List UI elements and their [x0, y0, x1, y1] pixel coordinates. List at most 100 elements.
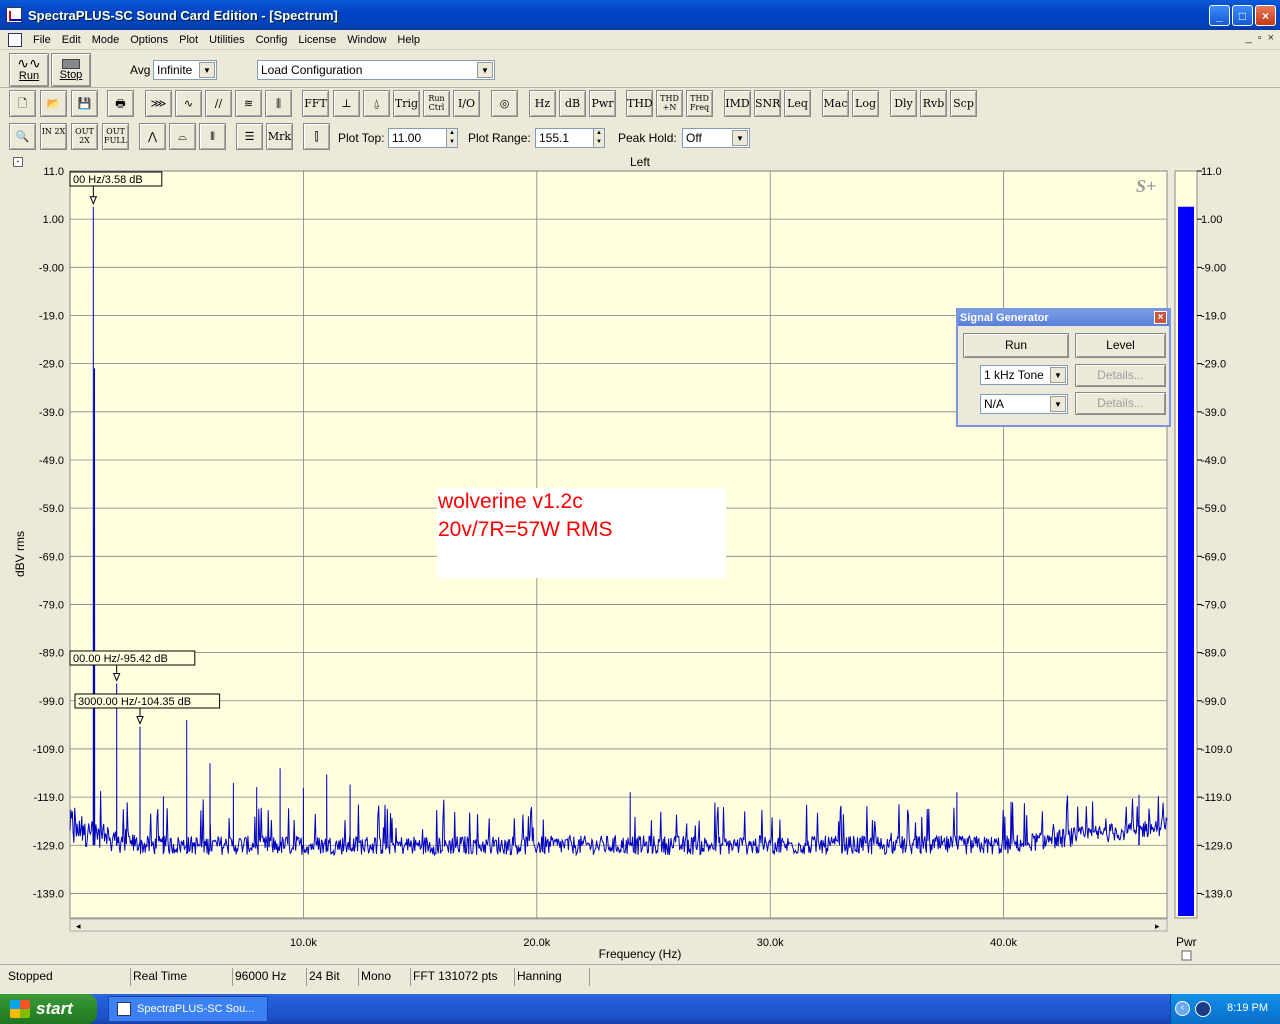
spectrum-chart: 11.0 1.00 -9.00 -19.0 -29.0 -39.0 -49.0 -59.0 -6… — [13, 166, 1232, 961]
list-icon[interactable]: ☰ — [236, 123, 263, 150]
spin-arrows-icon[interactable]: ▲ ▼ — [593, 129, 604, 147]
marker-button[interactable]: Mrk — [266, 123, 293, 150]
minimize-button[interactable]: _ — [1209, 5, 1230, 26]
thd-freq-button[interactable]: THD Freq — [686, 90, 713, 117]
zoom-icon[interactable]: 🔍 — [9, 123, 36, 150]
rvb-button[interactable]: Rvb — [920, 90, 947, 117]
mdi-restore-button[interactable]: ▫ — [1258, 32, 1262, 44]
log-button[interactable]: Log — [852, 90, 879, 117]
phase-icon[interactable]: ∕∕ — [205, 90, 232, 117]
annotation-line: wolverine v1.2c — [437, 490, 583, 513]
x-tick-label: 20.0k — [523, 937, 550, 949]
spectrum-icon[interactable]: ∿ — [175, 90, 202, 117]
generator-details-button-1[interactable]: Details... — [1075, 364, 1166, 387]
close-button[interactable]: × — [1255, 5, 1276, 26]
chevron-down-icon[interactable]: ▼ — [1050, 396, 1066, 412]
waveform-icon[interactable]: ⋙ — [145, 90, 172, 117]
print-icon[interactable]: 🖶 — [107, 90, 134, 117]
octave-icon[interactable]: ⌓ — [169, 123, 196, 150]
snr-button[interactable]: SNR — [754, 90, 781, 117]
chevron-left-icon[interactable]: ‹ — [1175, 1001, 1190, 1016]
load-configuration-select[interactable]: Load Configuration ▼ — [257, 60, 495, 80]
thd-n-button[interactable]: THD +N — [656, 90, 683, 117]
taskbar-item-spectraplus[interactable]: SpectraPLUS-SC Sou... — [108, 996, 268, 1022]
run-ctrl-button[interactable]: Run Ctrl — [423, 90, 450, 117]
generator-level-button[interactable]: Level — [1075, 333, 1166, 358]
menu-help[interactable]: Help — [392, 34, 426, 46]
meter-collapse-icon — [1181, 950, 1192, 961]
peak-icon[interactable]: ⋀ — [139, 123, 166, 150]
status-bit-depth: 24 Bit — [306, 968, 356, 986]
y-tick-label: -49.0 — [39, 455, 64, 467]
start-button[interactable]: start — [0, 994, 97, 1024]
averaging-icon[interactable]: ⍙ — [363, 90, 390, 117]
peak-hold-label: Peak Hold: — [618, 131, 677, 145]
menu-edit[interactable]: Edit — [57, 34, 87, 46]
open-icon[interactable]: 📂 — [40, 90, 67, 117]
thd-button[interactable]: THD — [626, 90, 653, 117]
scaling-icon[interactable]: ⊥ — [333, 90, 360, 117]
network-icon[interactable] — [1195, 1001, 1211, 1017]
avg-select[interactable]: Infinite ▼ — [153, 60, 217, 80]
fft-button[interactable]: FFT — [302, 90, 329, 117]
generator-signal-select[interactable]: 1 kHz Tone ▼ — [980, 365, 1068, 385]
menu-options[interactable]: Options — [125, 34, 174, 46]
db-button[interactable]: dB — [559, 90, 586, 117]
dly-button[interactable]: Dly — [890, 90, 917, 117]
chevron-down-icon[interactable]: ▼ — [732, 130, 748, 146]
plot-top-input[interactable]: 11.00 ▲ ▼ — [388, 128, 458, 148]
pwr-button[interactable]: Pwr — [589, 90, 616, 117]
bars-icon[interactable]: ⫴ — [199, 123, 226, 150]
stop-icon — [62, 59, 80, 69]
window-title: SpectraPLUS-SC Sound Card Edition - [Spe… — [28, 7, 338, 23]
io-button[interactable]: I/O — [453, 90, 480, 117]
scp-button[interactable]: Scp — [950, 90, 977, 117]
3d-surface-icon[interactable]: ⫼ — [265, 90, 292, 117]
meter-label: Pwr — [1176, 935, 1197, 949]
mac-button[interactable]: Mac — [822, 90, 849, 117]
x-tick-label: 10.0k — [290, 937, 317, 949]
status-window: Hanning — [514, 968, 590, 986]
generator-second-select[interactable]: N/A ▼ — [980, 394, 1068, 414]
menu-utilities[interactable]: Utilities — [204, 34, 250, 46]
menu-license[interactable]: License — [293, 34, 342, 46]
signal-generator-title: Signal Generator — [960, 312, 1049, 324]
scroll-right-icon: ▸ — [1155, 921, 1160, 931]
chevron-down-icon[interactable]: ▼ — [1050, 367, 1066, 383]
menu-plot[interactable]: Plot — [174, 34, 204, 46]
run-button[interactable]: ∿∿ Run — [9, 53, 49, 87]
zoom-out-2x-button[interactable]: OUT 2X — [71, 123, 98, 150]
generator-run-button[interactable]: Run — [963, 333, 1069, 358]
main-toolbar: ∿∿ Run Stop Avg Infinite ▼ Load Configur… — [0, 51, 1280, 88]
new-icon[interactable]: 🗋 — [9, 90, 36, 117]
trig-button[interactable]: Trig — [393, 90, 420, 117]
generator-details-button-2[interactable]: Details... — [1075, 392, 1166, 415]
zoom-in-2x-button[interactable]: IN 2X — [40, 123, 67, 150]
zoom-out-full-button[interactable]: OUT FULL — [102, 123, 129, 150]
save-icon[interactable]: 💾 — [71, 90, 98, 117]
document-icon[interactable] — [8, 32, 22, 47]
menu-window[interactable]: Window — [342, 34, 392, 46]
mdi-close-button[interactable]: × — [1268, 32, 1274, 44]
plot-range-input[interactable]: 155.1 ▲ ▼ — [535, 128, 605, 148]
peak-hold-select[interactable]: Off ▼ — [682, 128, 750, 148]
x-tick-label: 40.0k — [990, 937, 1017, 949]
menu-config[interactable]: Config — [251, 34, 294, 46]
mdi-minimize-button[interactable]: _ — [1246, 32, 1252, 44]
imd-button[interactable]: IMD — [724, 90, 751, 117]
close-icon[interactable]: × — [1154, 311, 1167, 324]
hz-button[interactable]: Hz — [529, 90, 556, 117]
menu-file[interactable]: File — [28, 34, 57, 46]
autoscale-icon[interactable]: ⫿ — [303, 123, 330, 150]
spin-arrows-icon[interactable]: ▲ ▼ — [446, 129, 457, 147]
maximize-button[interactable]: □ — [1232, 5, 1253, 26]
chevron-down-icon[interactable]: ▼ — [477, 62, 493, 78]
leq-button[interactable]: Leq — [784, 90, 811, 117]
stop-button[interactable]: Stop — [51, 53, 91, 87]
menu-mode[interactable]: Mode — [87, 34, 126, 46]
chevron-down-icon[interactable]: ▼ — [199, 62, 215, 78]
app-icon[interactable] — [6, 7, 22, 23]
spectrogram-icon[interactable]: ≋ — [235, 90, 262, 117]
plot-top-label: Plot Top: — [338, 131, 385, 145]
generator-icon[interactable]: ◎ — [491, 90, 518, 117]
